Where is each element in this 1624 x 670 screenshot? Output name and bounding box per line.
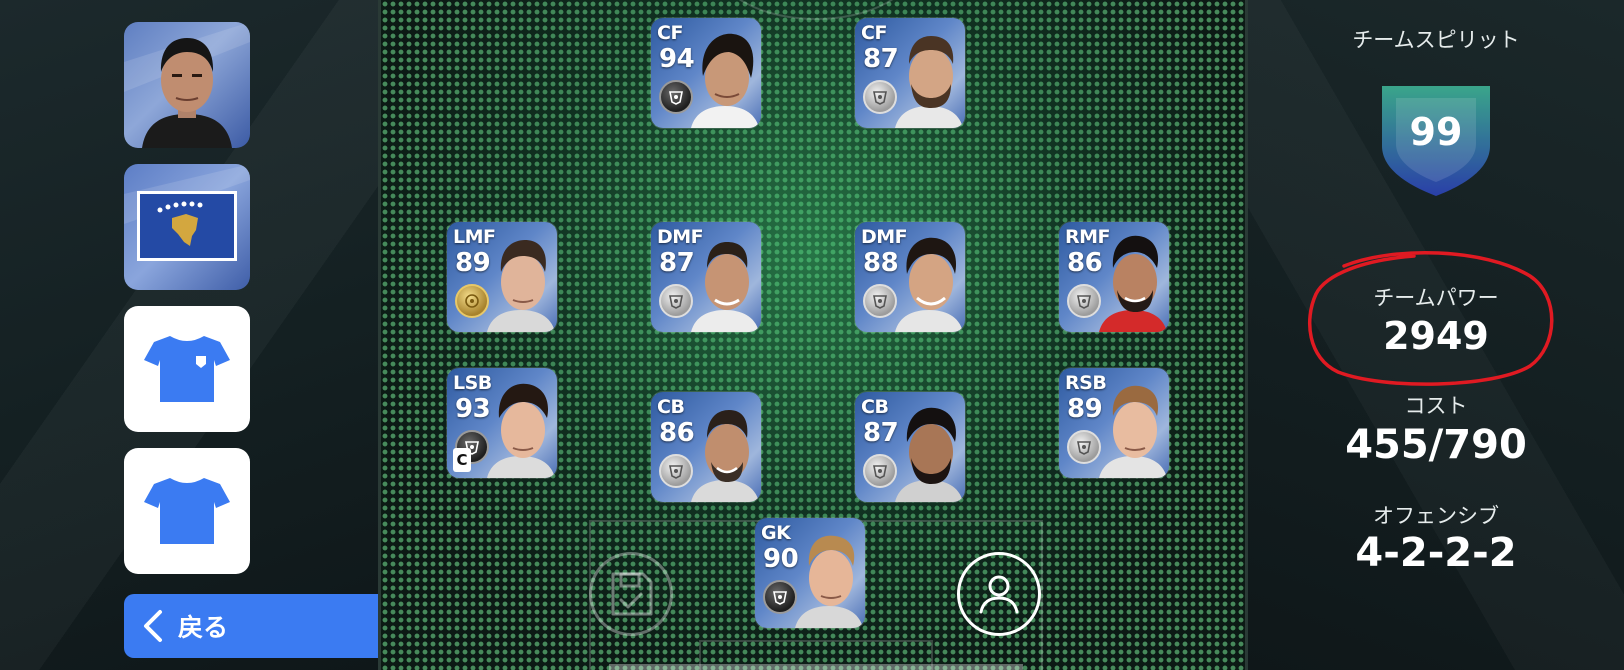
player-position: DMF: [657, 226, 704, 248]
back-button[interactable]: 戻る: [124, 594, 408, 658]
save-formation-button[interactable]: [589, 552, 673, 636]
player-face: [487, 383, 555, 478]
player-face: [895, 36, 963, 128]
cost-label: コスト: [1404, 394, 1468, 418]
player-position: LSB: [453, 372, 492, 394]
cost-value: 455/790: [1345, 422, 1527, 468]
player-rating: 87: [659, 248, 695, 278]
player-card-dmf-1[interactable]: DMF 87: [651, 222, 761, 332]
manager-photo: [124, 22, 250, 148]
chevron-left-icon: [144, 610, 162, 642]
player-rating: 86: [1067, 248, 1103, 278]
player-card-cb-2[interactable]: CB 87: [855, 392, 965, 502]
medal-icon: [659, 284, 693, 318]
center-circle-arc: [716, 0, 916, 20]
player-card-lsb[interactable]: LSB 93 C: [447, 368, 557, 478]
player-rating: 93: [455, 394, 491, 424]
player-position: GK: [761, 522, 791, 544]
medal-icon: [659, 80, 693, 114]
player-rating: 86: [659, 418, 695, 448]
manager-tile[interactable]: [124, 22, 250, 148]
medal-icon: [863, 80, 897, 114]
player-rating: 94: [659, 44, 695, 74]
player-card-rmf[interactable]: RMF 86: [1059, 222, 1169, 332]
formation-value: 4-2-2-2: [1355, 530, 1517, 576]
player-face: [691, 33, 759, 128]
team-spirit-label: チームスピリット: [1352, 28, 1520, 52]
nation-tile[interactable]: [124, 164, 250, 290]
player-rating: 89: [1067, 394, 1103, 424]
player-card-dmf-2[interactable]: DMF 88: [855, 222, 965, 332]
player-position: RSB: [1065, 372, 1107, 394]
left-panel: 戻る: [0, 0, 408, 670]
player-card-cf-2[interactable]: CF 87: [855, 18, 965, 128]
medal-icon: [863, 284, 897, 318]
player-position: CB: [861, 396, 889, 418]
player-face: [691, 410, 759, 502]
player-position: CB: [657, 396, 685, 418]
person-icon: [979, 575, 1019, 614]
player-card-cf-1[interactable]: CF 94: [651, 18, 761, 128]
goal-line: [609, 664, 1023, 670]
shirt-icon: [144, 478, 230, 544]
team-spirit-value: 99: [1409, 110, 1463, 154]
player-position: CF: [657, 22, 683, 44]
player-rating: 90: [763, 544, 799, 574]
medal-icon: [659, 454, 693, 488]
red-annotation-circle: [1308, 251, 1554, 386]
player-rating: 87: [863, 418, 899, 448]
captain-badge: C: [453, 448, 471, 472]
medal-icon: [455, 284, 489, 318]
player-card-cb-1[interactable]: CB 86: [651, 392, 761, 502]
save-icon: [611, 572, 653, 616]
medal-icon: [763, 580, 797, 614]
playstyle-label: オフェンシブ: [1373, 504, 1499, 528]
back-label: 戻る: [178, 613, 229, 642]
shirt-icon: [144, 336, 230, 402]
home-kit-tile[interactable]: [124, 306, 250, 432]
player-face: [795, 535, 863, 628]
player-card-gk[interactable]: GK 90: [755, 518, 865, 628]
player-rating: 88: [863, 248, 899, 278]
player-rating: 87: [863, 44, 899, 74]
player-card-rsb[interactable]: RSB 89: [1059, 368, 1169, 478]
player-position: RMF: [1065, 226, 1111, 248]
formation-pitch: CF 94 CF 87 LMF 89 DMF 87 DMF 88 RMF 86 …: [378, 0, 1248, 670]
away-kit-tile[interactable]: [124, 448, 250, 574]
medal-icon: [863, 454, 897, 488]
manager-profile-button[interactable]: [957, 552, 1041, 636]
medal-icon: [1067, 430, 1101, 464]
player-position: DMF: [861, 226, 908, 248]
player-position: CF: [861, 22, 887, 44]
kosovo-flag-icon: [124, 164, 250, 261]
player-position: LMF: [453, 226, 496, 248]
player-card-lmf[interactable]: LMF 89: [447, 222, 557, 332]
medal-icon: [1067, 284, 1101, 318]
player-rating: 89: [455, 248, 491, 278]
player-face: [895, 407, 963, 502]
